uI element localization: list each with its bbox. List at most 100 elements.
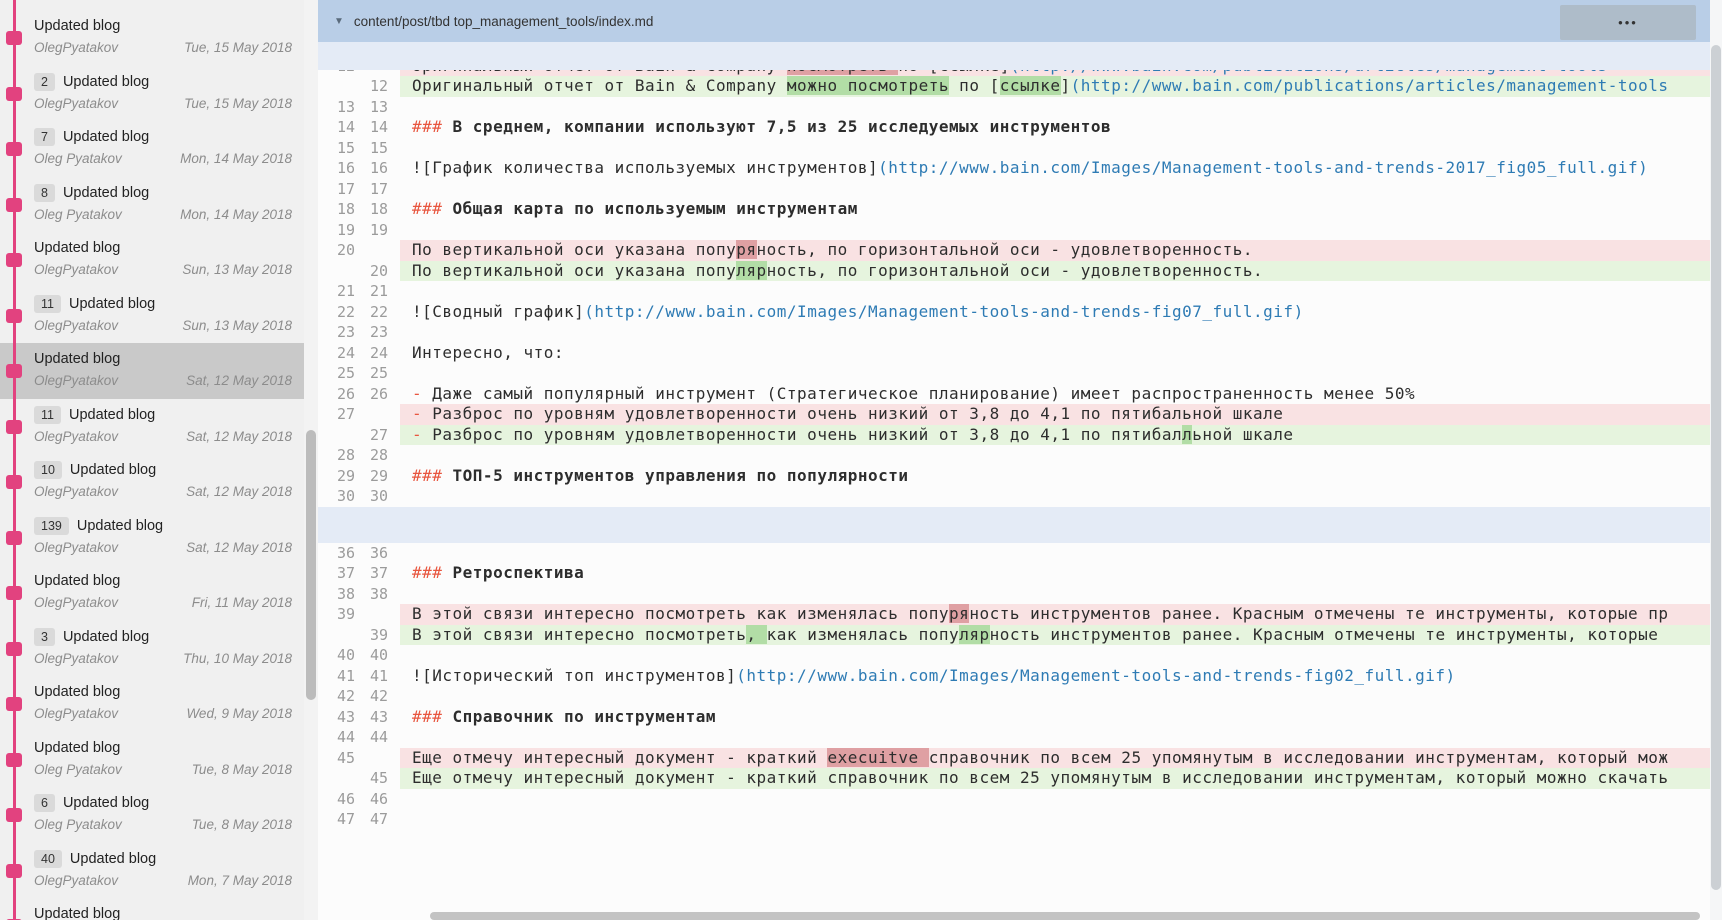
commit-count-badge: 11 bbox=[34, 405, 61, 424]
new-line-number: 46 bbox=[369, 789, 388, 808]
new-line-number: 39 bbox=[369, 625, 388, 644]
diff-row[interactable]: 13 13 bbox=[318, 96, 1710, 117]
file-menu-button[interactable]: ••• bbox=[1560, 5, 1696, 40]
diff-row[interactable]: 39 В этой связи интересно посмотреть, как… bbox=[318, 624, 1710, 645]
commit-item[interactable]: Updated blog Oleg Pyatakov Tue, 8 May 2018 bbox=[0, 732, 304, 788]
line-number-gutter: 38 38 bbox=[318, 583, 400, 604]
commit-node-icon bbox=[6, 197, 22, 212]
commit-title: Updated blog bbox=[34, 573, 121, 589]
diff-row[interactable]: 30 30 bbox=[318, 486, 1710, 507]
diff-row[interactable]: 17 17 bbox=[318, 178, 1710, 199]
code-segment: (http://www.bain.com/Images/Management-t… bbox=[878, 158, 1649, 177]
new-line-number: 40 bbox=[369, 646, 388, 664]
diff-row[interactable]: 15 15 bbox=[318, 137, 1710, 158]
sidebar-scrollbar[interactable] bbox=[304, 0, 318, 920]
commit-item[interactable]: Updated blog OlegPyatakov Tue, 15 May 2018 bbox=[0, 10, 304, 66]
diff-row[interactable]: 41 41 ![Исторический топ инструментов](htt… bbox=[318, 665, 1710, 686]
line-number-gutter: 24 24 bbox=[318, 342, 400, 363]
commit-date: Wed, 9 May 2018 bbox=[186, 706, 292, 721]
code-segment: - bbox=[412, 383, 433, 403]
diff-row[interactable]: 25 25 bbox=[318, 363, 1710, 384]
diff-row[interactable]: 20 По вертикальной оси указана попуряност… bbox=[318, 240, 1710, 261]
code-segment: ### bbox=[412, 706, 453, 726]
commit-author: OlegPyatakov bbox=[34, 595, 119, 610]
diff-row[interactable]: 18 18 ### Общая карта по используемым инст… bbox=[318, 199, 1710, 220]
commit-item[interactable]: 7 Updated blog Oleg Pyatakov Mon, 14 May 20… bbox=[0, 121, 304, 177]
code-segment: ] bbox=[1060, 76, 1071, 95]
diff-row[interactable]: 14 14 ### В среднем, компании используют 7… bbox=[318, 117, 1710, 138]
diff-row[interactable]: 19 19 bbox=[318, 219, 1710, 240]
code-segment: Оригинальный отчет от Bain & Company bbox=[412, 76, 787, 95]
diff-row[interactable]: 21 21 bbox=[318, 281, 1710, 302]
diff-row[interactable]: 27 - Разброс по уровням удовлетворенности… bbox=[318, 424, 1710, 445]
code-line: ![Сводный график](http://www.bain.com/Im… bbox=[400, 302, 1710, 323]
commit-item[interactable]: Updated blog OlegPyatakov Sat, 12 May 2018 bbox=[0, 343, 304, 399]
code-line: ### Общая карта по используемым инструме… bbox=[400, 199, 1710, 220]
diff-row[interactable]: 12 Оригинальный отчет от Bain & Company м… bbox=[318, 76, 1710, 97]
diff-row[interactable]: 20 По вертикальной оси указана популярнос… bbox=[318, 260, 1710, 281]
commit-title: Updated blog bbox=[34, 906, 121, 920]
code-line: - Разброс по уровням удовлетворенности о… bbox=[400, 424, 1710, 445]
commit-author: Oleg Pyatakov bbox=[34, 817, 122, 832]
commit-item[interactable]: Updated blog OlegPyatakov Fri, 11 May 2018 bbox=[0, 565, 304, 621]
code-segment: ссылке bbox=[999, 76, 1061, 95]
diff-row[interactable]: 40 40 bbox=[318, 645, 1710, 666]
commit-item[interactable]: Updated blog OlegPyatakov Sun, 13 May 2018 bbox=[0, 232, 304, 288]
commit-item[interactable]: 6 Updated blog Oleg Pyatakov Tue, 8 May 201… bbox=[0, 787, 304, 843]
line-number-gutter: 20 bbox=[318, 260, 400, 281]
line-number-gutter: 13 13 bbox=[318, 96, 400, 117]
diff-row[interactable]: 26 26 - Даже самый популярный инструмент (… bbox=[318, 383, 1710, 404]
commit-title-row: 3 Updated blog bbox=[34, 626, 292, 648]
diff-row[interactable]: 23 23 bbox=[318, 322, 1710, 343]
diff-row[interactable]: 45 Еще отмечу интересный документ - кратк… bbox=[318, 747, 1710, 768]
diff-row[interactable]: 43 43 ### Справочник по инструментам bbox=[318, 706, 1710, 727]
commit-meta-row: OlegPyatakov Sat, 12 May 2018 bbox=[34, 540, 292, 555]
diff-row[interactable]: 22 22 ![Сводный график](http://www.bain.co… bbox=[318, 301, 1710, 323]
commit-item[interactable]: 11 Updated blog OlegPyatakov Sat, 12 May 20… bbox=[0, 399, 304, 455]
diff-row[interactable]: 27 - Разброс по уровням удовлетворенности… bbox=[318, 404, 1710, 425]
commit-item[interactable]: 40 Updated blog OlegPyatakov Mon, 7 May 201… bbox=[0, 843, 304, 899]
commit-count-badge: 8 bbox=[34, 183, 55, 202]
commit-date: Sat, 12 May 2018 bbox=[186, 484, 292, 499]
diff-row[interactable]: 24 24 Интересно, что: bbox=[318, 342, 1710, 363]
diff-row[interactable]: 28 28 bbox=[318, 445, 1710, 466]
code-segment: Интересно, что: bbox=[412, 342, 564, 362]
commit-item[interactable]: 11 Updated blog OlegPyatakov Sun, 13 May 20… bbox=[0, 288, 304, 344]
diff-row[interactable]: 38 38 bbox=[318, 583, 1710, 604]
commit-item[interactable]: 2 Updated blog OlegPyatakov Tue, 15 May 201… bbox=[0, 66, 304, 122]
commit-date: Sat, 12 May 2018 bbox=[186, 428, 292, 444]
diff-row[interactable]: 36 36 bbox=[318, 542, 1710, 563]
diff-row[interactable]: 39 В этой связи интересно посмотреть как … bbox=[318, 604, 1710, 625]
diff-row[interactable]: 46 46 bbox=[318, 788, 1710, 809]
diff-row[interactable]: 16 16 ![График количества используемых инс… bbox=[318, 158, 1710, 179]
commit-count-badge: 40 bbox=[34, 849, 62, 868]
commit-title-row: Updated blog bbox=[34, 681, 292, 703]
collapse-chevron-icon[interactable]: ▼ bbox=[334, 16, 344, 27]
commit-item[interactable]: Updated blog OlegPyatakov Wed, 9 May 2018 bbox=[0, 676, 304, 732]
commit-item[interactable]: 10 Updated blog OlegPyatakov Sat, 12 May 20… bbox=[0, 454, 304, 510]
old-line-number: 28 bbox=[336, 446, 355, 464]
collapsed-lines-band bbox=[318, 42, 1710, 70]
old-line-number: 13 bbox=[336, 97, 355, 116]
commit-date: Tue, 8 May 2018 bbox=[191, 817, 292, 832]
commit-item[interactable]: Updated blog bbox=[0, 898, 304, 920]
diff-vertical-scrollbar-thumb[interactable] bbox=[1711, 45, 1721, 890]
diff-row[interactable]: 45 Еще отмечу интересный документ - кратк… bbox=[318, 768, 1710, 789]
commit-item[interactable]: 3 Updated blog OlegPyatakov Thu, 10 May 201… bbox=[0, 621, 304, 677]
line-number-gutter: 37 37 bbox=[318, 563, 400, 584]
diff-row[interactable]: 47 47 bbox=[318, 809, 1710, 830]
diff-row[interactable]: 42 42 bbox=[318, 686, 1710, 707]
diff-row[interactable]: 29 29 ### ТОП-5 инструментов управления по… bbox=[318, 465, 1710, 486]
diff-row[interactable]: 44 44 bbox=[318, 727, 1710, 748]
code-segment: ляр bbox=[959, 624, 990, 644]
diff-horizontal-scrollbar-thumb[interactable] bbox=[430, 912, 1700, 920]
diff-vertical-scrollbar[interactable] bbox=[1710, 0, 1722, 920]
commit-item[interactable]: 8 Updated blog Oleg Pyatakov Mon, 14 May 20… bbox=[0, 177, 304, 233]
code-line: ![График количества используемых инструм… bbox=[400, 158, 1710, 179]
line-number-gutter: 15 15 bbox=[318, 137, 400, 158]
commit-item[interactable]: 139 Updated blog OlegPyatakov Sat, 12 May 2… bbox=[0, 510, 304, 566]
sidebar-scrollbar-thumb[interactable] bbox=[306, 430, 316, 700]
commit-count-badge: 6 bbox=[34, 794, 55, 812]
commit-meta-row: Oleg Pyatakov Mon, 14 May 2018 bbox=[34, 207, 292, 222]
diff-row[interactable]: 37 37 ### Ретроспектива bbox=[318, 563, 1710, 584]
